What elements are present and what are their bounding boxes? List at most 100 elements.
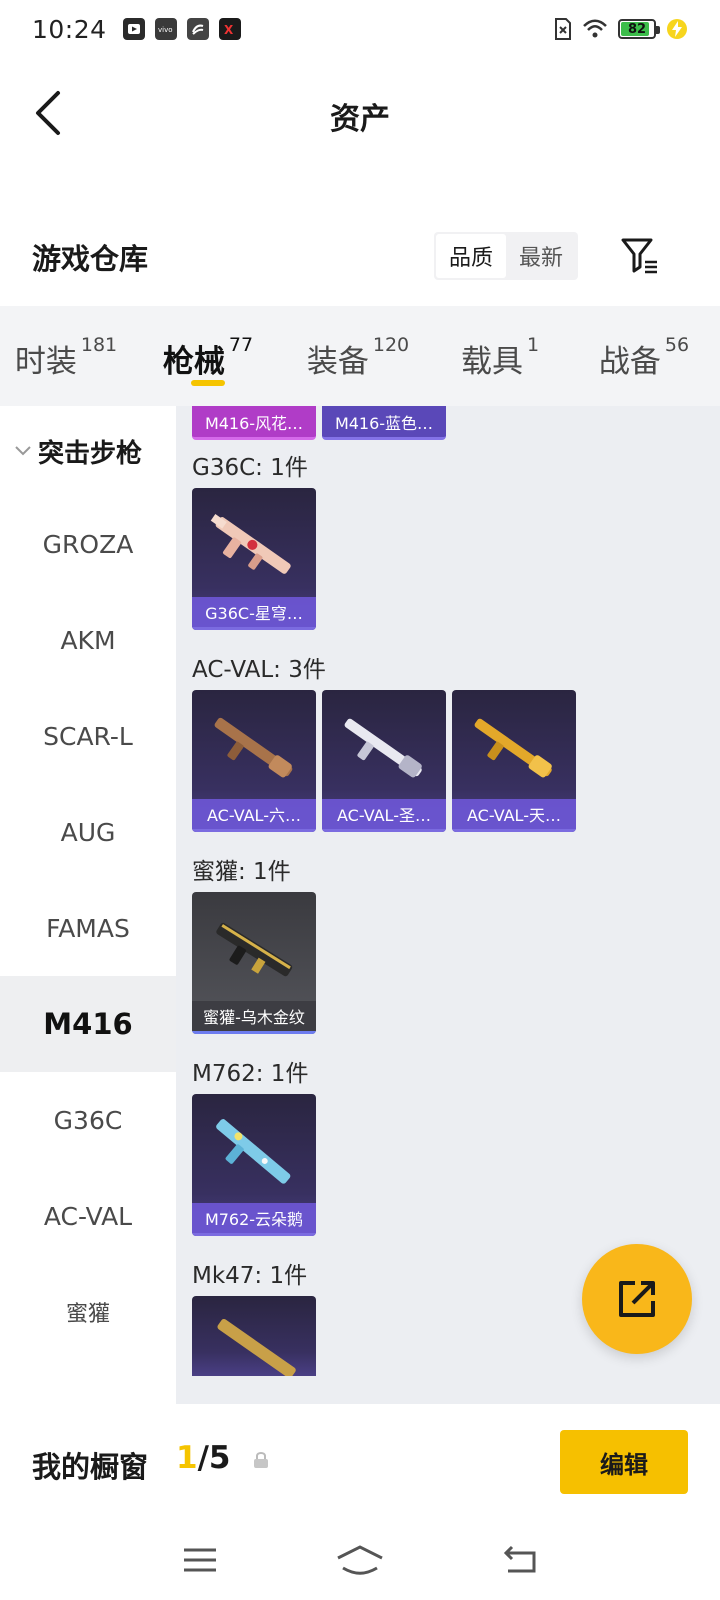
sidebar-item-groza[interactable]: GROZA [0,496,176,592]
home-icon [337,1545,383,1575]
return-icon [503,1545,536,1573]
weapon-group-honey-badger: 蜜獾: 1件 蜜獾-乌木金纹 [192,852,316,1034]
skin-name: AC-VAL-六… [192,799,316,829]
tab-count: 1 [526,334,540,356]
tab-indicator [191,380,225,386]
tab-count: 77 [228,334,254,356]
weapon-group-g36c: G36C: 1件 G36C-星穹… [192,448,316,630]
skin-name: M762-云朵鹅 [192,1203,316,1233]
skin-card[interactable] [192,1296,316,1376]
rifle-image [214,717,293,778]
status-bar: 10:24 vivo X 82 [0,0,720,58]
tab-firearms[interactable]: 枪械 77 [132,306,284,406]
group-title: AC-VAL: 3件 [192,657,326,683]
tab-label: 枪械 [162,344,225,380]
game-icon: X [218,18,241,40]
section-header: 游戏仓库 品质 最新 [0,222,720,294]
battery-icon: 82 [618,19,660,39]
chevron-down-icon [15,446,31,456]
system-nav-bar [0,1520,720,1600]
category-group-label: 突击步枪 [38,438,143,469]
section-title: 游戏仓库 [32,242,149,276]
charging-icon [667,19,687,39]
home-button[interactable] [330,1540,390,1580]
page-title: 资产 [330,102,390,137]
weapon-group-m762: M762: 1件 M762-云朵鹅 [192,1054,316,1236]
sidebar-item-m416[interactable]: M416 [0,976,176,1072]
showcase-bar: 我的橱窗 1/5 编辑 [0,1404,720,1520]
rifle-image [216,1119,291,1184]
sidebar-item-aug[interactable]: AUG [0,784,176,880]
tab-label: 装备 [306,344,369,380]
sidebar-item-scar-l[interactable]: SCAR-L [0,688,176,784]
svg-text:X: X [224,23,234,37]
showcase-current: 1 [176,1440,198,1476]
rifle-image [216,922,293,977]
share-button[interactable] [582,1244,692,1354]
wifi-icon [583,19,607,38]
category-group-assault-rifles[interactable]: 突击步枪 [0,406,176,496]
skin-card[interactable]: M762-云朵鹅 [192,1094,316,1236]
video-icon [122,18,145,40]
skin-card[interactable]: AC-VAL-天… [452,690,576,832]
filter-icon [621,238,657,274]
group-title: Mk47: 1件 [192,1263,308,1289]
rifle-image [217,1318,296,1376]
tab-supplies[interactable]: 战备 56 [568,306,720,406]
skin-card[interactable]: AC-VAL-六… [192,690,316,832]
weapon-group-ac-val: AC-VAL: 3件 AC-VAL-六… AC-VAL-圣… AC-VAL-天… [192,650,576,832]
skin-name: G36C-星穹… [192,597,316,627]
vivo-icon: vivo [154,18,177,40]
back-nav-button[interactable] [490,1540,550,1580]
edit-button[interactable]: 编辑 [560,1430,688,1494]
tab-fashion[interactable]: 时装 181 [0,306,132,406]
showcase-label: 我的橱窗 [32,1450,149,1484]
tab-label: 战备 [598,344,661,380]
skin-name: AC-VAL-圣… [322,799,446,829]
category-tabs: 时装 181 枪械 77 装备 120 载具 1 战备 56 [0,306,720,406]
sidebar-item-ac-val[interactable]: AC-VAL [0,1168,176,1264]
header: 资产 [0,58,720,168]
tab-label: 时装 [14,344,77,380]
share-icon [619,1281,655,1317]
skin-card[interactable]: AC-VAL-圣… [322,690,446,832]
skin-name: AC-VAL-天… [452,799,576,829]
svg-text:vivo: vivo [158,26,173,33]
weapon-category-list: 突击步枪 GROZA AKM SCAR-L AUG FAMAS M416 G36… [0,406,176,1404]
sidebar-item-honey-badger[interactable]: 蜜獾 [0,1264,176,1360]
top-partial-cards: M416-风花… M416-蓝色… [192,406,446,440]
skin-card[interactable]: M416-蓝色… [322,406,446,440]
menu-button[interactable] [170,1540,230,1580]
tab-count: 181 [80,334,118,356]
showcase-count: 1/5 [176,1440,231,1476]
link-icon [186,18,209,40]
sidebar-item-famas[interactable]: FAMAS [0,880,176,976]
rifle-image [210,514,291,574]
skin-card[interactable]: M416-风花… [192,406,316,440]
notification-icons: vivo X [122,18,241,40]
sidebar-item-g36c[interactable]: G36C [0,1072,176,1168]
filter-button[interactable] [614,230,666,282]
menu-icon [184,1548,216,1572]
tab-count: 120 [372,334,410,356]
rifle-image [474,718,552,778]
skin-card[interactable]: 蜜獾-乌木金纹 [192,892,316,1034]
sim-icon [555,18,571,40]
lock-icon [254,1452,268,1468]
group-title: 蜜獾: 1件 [192,859,291,885]
status-time: 10:24 [32,14,107,44]
skin-name: 蜜獾-乌木金纹 [192,1001,316,1031]
tab-equipment[interactable]: 装备 120 [284,306,432,406]
showcase-total: 5 [208,1440,231,1476]
group-title: G36C: 1件 [192,455,308,481]
sort-newest-button[interactable]: 最新 [506,234,576,278]
weapon-group-mk47: Mk47: 1件 [192,1256,316,1376]
sort-toggle: 品质 最新 [434,232,578,280]
tab-label: 载具 [460,344,523,380]
sidebar-item-akm[interactable]: AKM [0,592,176,688]
tab-vehicles[interactable]: 载具 1 [432,306,568,406]
group-title: M762: 1件 [192,1061,309,1087]
skin-card[interactable]: G36C-星穹… [192,488,316,630]
tab-count: 56 [664,334,690,356]
sort-quality-button[interactable]: 品质 [436,234,506,278]
